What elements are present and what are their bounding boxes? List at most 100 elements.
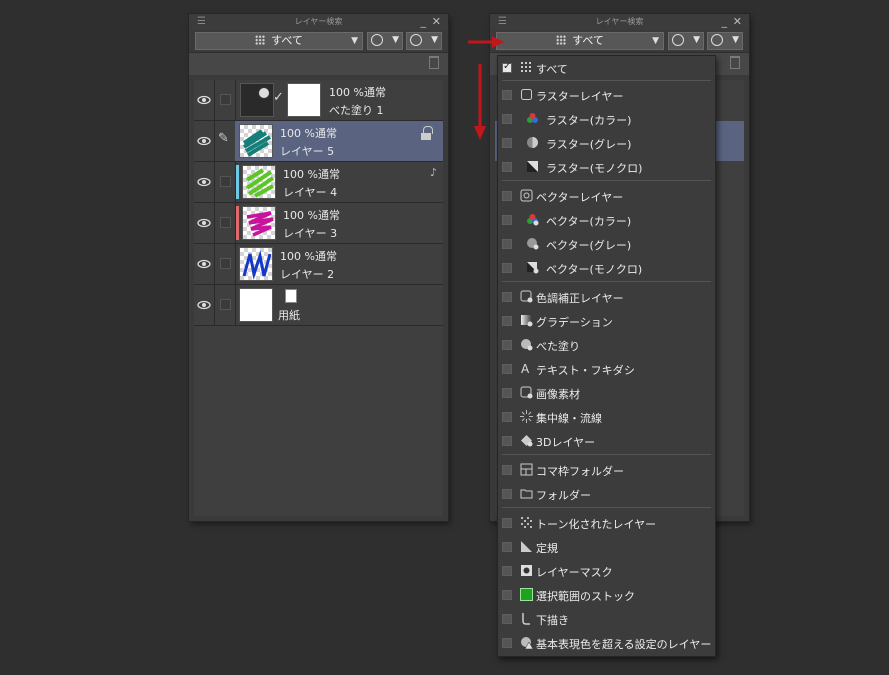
dropdown-item-checkbox[interactable] xyxy=(502,90,512,100)
dropdown-item-checkbox[interactable] xyxy=(502,638,512,648)
dropdown-item-checkbox[interactable] xyxy=(502,61,512,73)
layer-checkbox[interactable] xyxy=(220,94,231,105)
dropdown-item-image-material[interactable]: 画像素材 xyxy=(498,381,715,405)
dropdown-item-mono[interactable]: ラスター(モノクロ) xyxy=(498,155,715,179)
layer-row-fill-1[interactable]: ✓ 100 %通常 べた塗り 1 xyxy=(194,80,443,121)
panel-menu-icon[interactable]: ☰ xyxy=(197,14,206,30)
eye-icon[interactable] xyxy=(197,134,211,148)
dropdown-separator xyxy=(502,180,711,181)
layer-name: レイヤー 3 xyxy=(283,227,338,240)
eye-icon[interactable] xyxy=(197,298,211,312)
layer-row-paper[interactable]: 用紙 xyxy=(194,285,443,326)
dropdown-item-tone[interactable]: トーン化されたレイヤー xyxy=(498,511,715,535)
dropdown-item-vector-color[interactable]: ベクター(カラー) xyxy=(498,208,715,232)
chevron-down-icon: ▼ xyxy=(392,35,399,45)
layer-checkbox[interactable] xyxy=(220,299,231,310)
dropdown-item-checkbox[interactable] xyxy=(502,566,512,576)
dropdown-item-checkbox[interactable] xyxy=(502,412,512,422)
dropdown-item-ruler[interactable]: 定規 xyxy=(498,535,715,559)
dropdown-item-label: ベクター(グレー) xyxy=(546,239,632,252)
dropdown-item-checkbox[interactable] xyxy=(502,364,512,374)
layer-checkbox[interactable] xyxy=(220,176,231,187)
dropdown-item-layer-mask[interactable]: レイヤーマスク xyxy=(498,559,715,583)
layer-row-3[interactable]: 100 %通常 レイヤー 3 xyxy=(194,203,443,244)
dropdown-item-label: 基本表現色を超える設定のレイヤー xyxy=(536,638,712,651)
eye-icon[interactable] xyxy=(197,257,211,271)
circle-x-icon xyxy=(410,34,422,46)
dropdown-item-vector-gray[interactable]: ベクター(グレー) xyxy=(498,232,715,256)
dropdown-item-checkbox[interactable] xyxy=(502,340,512,350)
dropdown-item-checkbox[interactable] xyxy=(502,542,512,552)
dropdown-item-3d[interactable]: 3Dレイヤー xyxy=(498,429,715,453)
search-option-button[interactable]: ▼ xyxy=(406,32,442,50)
dropdown-item-checkbox[interactable] xyxy=(502,436,512,446)
layer-type-filter-select[interactable]: すべて ▼ xyxy=(496,32,664,50)
dropdown-item-checkbox[interactable] xyxy=(502,263,512,273)
search-attribute-button[interactable]: ▼ xyxy=(668,32,704,50)
dropdown-item-gray[interactable]: ラスター(グレー) xyxy=(498,131,715,155)
dropdown-item-speed-lines[interactable]: 集中線・流線 xyxy=(498,405,715,429)
layer-select-column[interactable]: ✎ xyxy=(214,121,236,161)
layer-select-column[interactable] xyxy=(214,285,236,325)
minimize-icon[interactable]: _ xyxy=(421,14,427,30)
dropdown-item-frame-folder[interactable]: コマ枠フォルダー xyxy=(498,458,715,482)
layer-row-4[interactable]: 100 %通常 レイヤー 4 ♪ xyxy=(194,162,443,203)
eye-icon[interactable] xyxy=(197,216,211,230)
layer-select-column[interactable] xyxy=(214,80,236,120)
layer-row-5[interactable]: ✎ 100 %通常 レイヤー 5 xyxy=(194,121,443,162)
dropdown-item-checkbox[interactable] xyxy=(502,614,512,624)
layer-select-column[interactable] xyxy=(214,162,236,202)
dropdown-item-checkbox[interactable] xyxy=(502,316,512,326)
reference-layer-icon[interactable]: ♪ xyxy=(430,166,437,179)
dropdown-item-checkbox[interactable] xyxy=(502,518,512,528)
dropdown-item-grid[interactable]: すべて xyxy=(498,56,715,80)
dropdown-item-vector-mono[interactable]: ベクター(モノクロ) xyxy=(498,256,715,280)
dropdown-item-checkbox[interactable] xyxy=(502,191,512,201)
dropdown-item-vector-layer[interactable]: ベクターレイヤー xyxy=(498,184,715,208)
pencil-icon: ✎ xyxy=(218,131,229,146)
dropdown-item-checkbox[interactable] xyxy=(502,114,512,124)
dropdown-item-color[interactable]: ラスター(カラー) xyxy=(498,107,715,131)
dropdown-item-checkbox[interactable] xyxy=(502,590,512,600)
dropdown-separator xyxy=(502,281,711,282)
chevron-down-icon: ▼ xyxy=(652,36,659,46)
dropdown-item-raster-layer[interactable]: ラスターレイヤー xyxy=(498,83,715,107)
search-option-button[interactable]: ▼ xyxy=(707,32,743,50)
dropdown-item-text[interactable]: A テキスト・フキダシ xyxy=(498,357,715,381)
dropdown-item-checkbox[interactable] xyxy=(502,292,512,302)
trash-icon[interactable] xyxy=(429,56,439,69)
close-icon[interactable]: ✕ xyxy=(432,14,441,30)
dropdown-item-checkbox[interactable] xyxy=(502,138,512,148)
minimize-icon[interactable]: _ xyxy=(722,14,728,30)
red-arrow-right-icon xyxy=(468,36,504,48)
dropdown-item-checkbox[interactable] xyxy=(502,465,512,475)
search-attribute-button[interactable]: ▼ xyxy=(367,32,403,50)
dropdown-item-checkbox[interactable] xyxy=(502,215,512,225)
dropdown-item-label: ラスター(カラー) xyxy=(546,114,632,127)
dropdown-item-warning[interactable]: 基本表現色を超える設定のレイヤー xyxy=(498,631,715,655)
layer-type-filter-select[interactable]: すべて ▼ xyxy=(195,32,363,50)
dropdown-item-folder[interactable]: フォルダー xyxy=(498,482,715,506)
layer-checkbox[interactable] xyxy=(220,258,231,269)
layer-checkbox[interactable] xyxy=(220,217,231,228)
dropdown-item-selection-stock[interactable]: 選択範囲のストック xyxy=(498,583,715,607)
dropdown-item-gradient[interactable]: グラデーション xyxy=(498,309,715,333)
dropdown-item-checkbox[interactable] xyxy=(502,239,512,249)
layer-select-column[interactable] xyxy=(214,244,236,284)
dropdown-item-checkbox[interactable] xyxy=(502,388,512,398)
layer-list: ✓ 100 %通常 べた塗り 1 ✎ 100 %通常 レイヤー 5 100 %通… xyxy=(194,80,443,516)
eye-icon[interactable] xyxy=(197,93,211,107)
dropdown-item-label: 定規 xyxy=(536,542,558,555)
close-icon[interactable]: ✕ xyxy=(733,14,742,30)
dropdown-item-draft[interactable]: 下描き xyxy=(498,607,715,631)
lock-icon[interactable] xyxy=(421,126,433,140)
eye-icon[interactable] xyxy=(197,175,211,189)
layer-row-2[interactable]: 100 %通常 レイヤー 2 xyxy=(194,244,443,285)
trash-icon[interactable] xyxy=(730,56,740,69)
panel-menu-icon[interactable]: ☰ xyxy=(498,14,507,30)
layer-select-column[interactable] xyxy=(214,203,236,243)
dropdown-item-fill[interactable]: べた塗り xyxy=(498,333,715,357)
dropdown-item-tonal-correction[interactable]: 色調補正レイヤー xyxy=(498,285,715,309)
dropdown-item-checkbox[interactable] xyxy=(502,489,512,499)
dropdown-item-checkbox[interactable] xyxy=(502,162,512,172)
